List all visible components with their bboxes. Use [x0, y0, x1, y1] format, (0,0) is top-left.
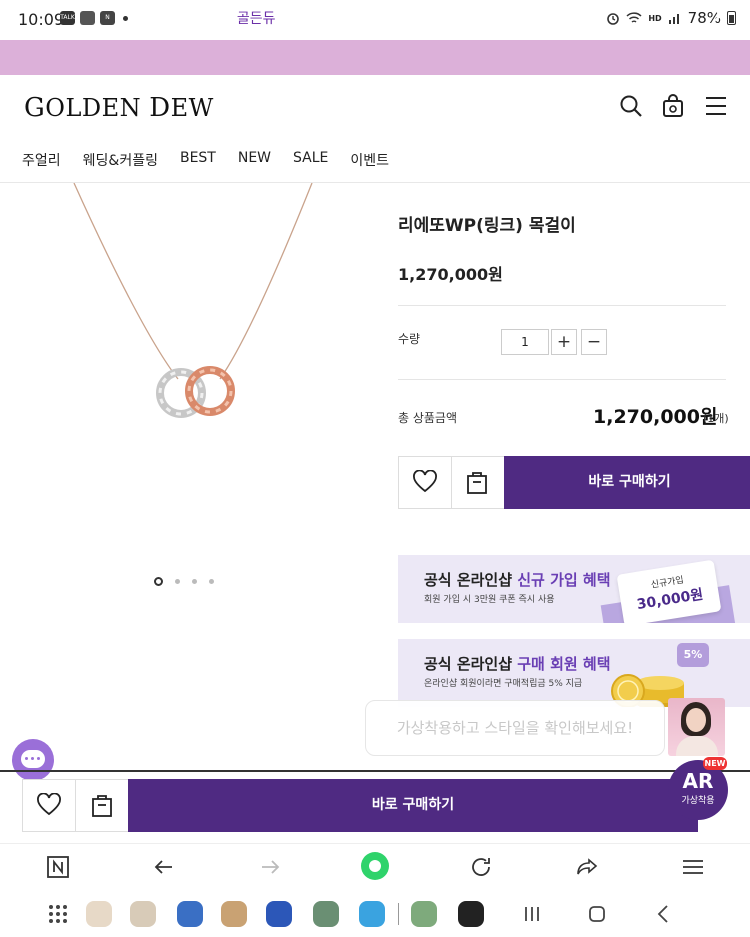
coupon-graphic: 신규가입 30,000원: [616, 559, 722, 623]
nav-sale[interactable]: SALE: [293, 150, 328, 170]
main-nav: 주얼리 웨딩&커플링 BEST NEW SALE 이벤트: [22, 150, 389, 170]
ar-model-thumbnail[interactable]: [668, 698, 725, 756]
promo-subtitle: 온라인샵 회원이라면 구매적립금 5% 지급: [424, 679, 583, 689]
back-arrow-icon[interactable]: [152, 855, 176, 879]
quantity-minus-button[interactable]: −: [581, 329, 607, 355]
nav-best[interactable]: BEST: [180, 150, 216, 170]
quantity-input[interactable]: 1: [501, 329, 549, 355]
phone-app-icon[interactable]: [86, 901, 112, 927]
notes-app-icon[interactable]: [177, 901, 203, 927]
naver-home-icon[interactable]: [46, 855, 70, 879]
banner-close-icon[interactable]: ✕: [712, 5, 730, 29]
s-app-icon[interactable]: [458, 901, 484, 927]
bear-face-app-icon[interactable]: [221, 901, 247, 927]
leaf-app-icon[interactable]: [266, 901, 292, 927]
nav-wedding-couple[interactable]: 웨딩&커플링: [83, 150, 158, 170]
brand-banner[interactable]: [0, 40, 750, 75]
logo-ew: EW: [170, 94, 214, 122]
promo-subtitle: 회원 가입 시 3만원 쿠폰 즉시 사용: [424, 595, 555, 605]
product-image[interactable]: [30, 183, 360, 453]
quantity-plus-button[interactable]: +: [551, 329, 577, 355]
telegram-app-icon[interactable]: [359, 901, 385, 927]
bear-app-icon[interactable]: [130, 901, 156, 927]
logo-olden: OLDEN: [45, 94, 150, 122]
nav-new[interactable]: NEW: [238, 150, 271, 170]
nav-event[interactable]: 이벤트: [350, 150, 389, 170]
action-divider: [451, 456, 452, 509]
model-face: [686, 708, 706, 732]
promo-title-highlight: 신규 가입 혜택: [517, 571, 611, 589]
green-dot-icon[interactable]: [361, 852, 389, 880]
ar-tooltip: 가상착용하고 스타일을 확인해보세요!: [365, 700, 665, 756]
share-icon[interactable]: [575, 855, 599, 879]
browser-menu-icon[interactable]: [681, 855, 705, 879]
menu-icon[interactable]: [704, 94, 728, 118]
recent-app-icon[interactable]: [411, 901, 437, 927]
pagination-dot[interactable]: [192, 579, 197, 584]
dock-divider: [398, 903, 399, 925]
divider: [398, 305, 726, 306]
pagination-dot[interactable]: [209, 579, 214, 584]
brand-logo[interactable]: GOLDEN DEW: [24, 93, 214, 123]
product-name: 리에또WP(링크) 목걸이: [398, 216, 576, 236]
promo-title-text: 공식 온라인샵: [424, 571, 518, 589]
logo-letter-g: G: [24, 93, 46, 123]
wishlist-heart-icon[interactable]: [412, 470, 438, 494]
recents-icon[interactable]: [521, 903, 543, 925]
promo-title: 공식 온라인샵 신규 가입 혜택: [424, 569, 611, 590]
app-drawer-icon[interactable]: [47, 903, 69, 925]
new-badge: NEW: [703, 757, 727, 770]
promo-title: 공식 온라인샵 구매 회원 혜택: [424, 653, 611, 674]
ar-sublabel: 가상착용: [681, 796, 715, 806]
percent-badge: 5%: [677, 643, 709, 667]
android-back-icon[interactable]: [653, 903, 675, 925]
chat-dots-icon: [25, 757, 40, 760]
total-price: 1,270,000원: [593, 406, 718, 428]
product-price: 1,270,000원: [398, 265, 503, 284]
promo-title-text: 공식 온라인샵: [424, 655, 518, 673]
promo-title-highlight: 구매 회원 혜택: [517, 655, 611, 673]
sticky-divider: [75, 779, 76, 832]
buy-now-button[interactable]: 바로 구매하기: [504, 456, 750, 509]
search-icon[interactable]: [619, 94, 643, 118]
chat-button[interactable]: [12, 739, 54, 781]
shopping-bag-icon[interactable]: [661, 94, 685, 118]
sticky-cart-bag-icon[interactable]: [90, 792, 114, 818]
image-pagination: [154, 577, 214, 586]
banner-message: 브랜드 홈페이지로 이동합니다. [GO] ▶: [275, 11, 514, 27]
cart-bag-icon[interactable]: [465, 469, 489, 495]
pagination-dot-active[interactable]: [154, 577, 163, 586]
promo-signup-card[interactable]: 신규가입 30,000원 공식 온라인샵 신규 가입 혜택 회원 가입 시 3만…: [398, 555, 750, 623]
logo-letter-d: D: [149, 93, 171, 123]
sticky-buy-now-button[interactable]: 바로 구매하기: [128, 779, 698, 832]
pagination-dot[interactable]: [175, 579, 180, 584]
brand-banner-text[interactable]: 골든듀 브랜드 홈페이지로 이동합니다. [GO] ▶: [0, 8, 750, 28]
nav-jewelry[interactable]: 주얼리: [22, 150, 61, 170]
ar-label: AR: [682, 769, 714, 793]
divider: [398, 379, 726, 380]
banner-brand: 골든듀: [236, 11, 276, 27]
forward-arrow-icon[interactable]: [258, 855, 282, 879]
sticky-wishlist-heart-icon[interactable]: [36, 793, 62, 817]
home-icon[interactable]: [586, 903, 608, 925]
promo-member-card[interactable]: 5% 공식 온라인샵 구매 회원 혜택 온라인샵 회원이라면 구매적립금 5% …: [398, 639, 750, 707]
refresh-icon[interactable]: [469, 855, 493, 879]
total-count: (1개): [703, 412, 729, 425]
total-label: 총 상품금액: [398, 411, 458, 425]
quantity-label: 수량: [398, 332, 421, 346]
model-body: [676, 736, 718, 756]
camera-app-icon[interactable]: [313, 901, 339, 927]
sticky-bar-border: [0, 770, 750, 772]
